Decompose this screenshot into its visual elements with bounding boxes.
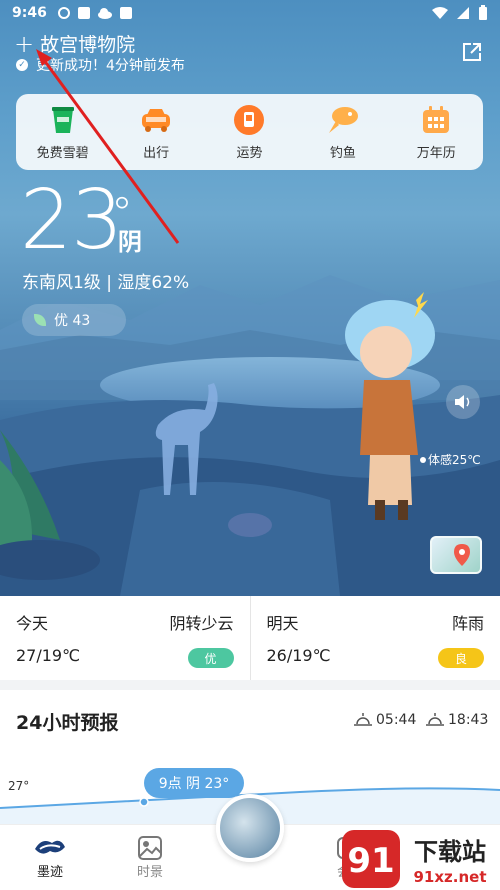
weather-orb-button[interactable] [216, 794, 284, 862]
moji-logo-icon [35, 840, 65, 854]
fortune-icon [232, 103, 266, 137]
tool-fortune[interactable]: 运势 [209, 103, 289, 161]
clock: 9:46 [12, 5, 47, 21]
feels-like-dot [420, 457, 426, 463]
nav-moji[interactable]: 墨迹 [20, 835, 80, 880]
sunset: 18:43 [426, 712, 488, 728]
wifi-icon [432, 7, 448, 19]
day-tomorrow[interactable]: 明天 阵雨 26/19℃ 良 [249, 596, 500, 680]
sunrise-icon [354, 713, 372, 726]
photo-icon [138, 836, 162, 860]
map-pin-icon [454, 544, 470, 566]
leaf-icon [34, 314, 46, 326]
aqi-badge[interactable]: 优 43 [22, 304, 126, 336]
sunset-icon [426, 713, 444, 726]
max-temp-label: 27° [8, 779, 30, 793]
current-temperature: 23 [20, 173, 123, 268]
location-name[interactable]: 故宫博物院 [40, 30, 135, 57]
aqi-value: 优 43 [54, 313, 91, 329]
update-text: 更新成功！4分钟前发布 [36, 58, 185, 74]
weather-hero: 9:46 + 故宫博物院 ✓ 更新成功！4分钟前发布 免费雪碧 出行 运势 钓鱼… [0, 0, 500, 596]
app-icon [77, 7, 90, 19]
check-icon: ✓ [16, 59, 28, 71]
add-city-icon[interactable]: + [14, 32, 34, 56]
signal-icon [457, 7, 469, 19]
nav-scenery[interactable]: 时景 [120, 835, 180, 880]
tool-free-sprite[interactable]: 免费雪碧 [23, 103, 103, 161]
car-icon [139, 103, 173, 137]
sunrise: 05:44 [354, 712, 416, 728]
speaker-icon [455, 395, 470, 409]
svg-text:下载站: 下载站 [414, 838, 486, 866]
update-status: ✓ 更新成功！4分钟前发布 [16, 55, 185, 75]
location-selector[interactable]: + 故宫博物院 [14, 30, 135, 57]
tool-calendar[interactable]: 万年历 [396, 103, 476, 161]
svg-text:91: 91 [347, 841, 394, 881]
daily-summary: 今天 阴转少云 27/19℃ 优 明天 阵雨 26/19℃ 良 [0, 596, 500, 680]
tool-fishing[interactable]: 钓鱼 [303, 103, 383, 161]
battery-icon [479, 5, 487, 20]
tool-travel[interactable]: 出行 [116, 103, 196, 161]
share-icon[interactable] [460, 40, 484, 64]
wind-humidity: 东南风1级 | 湿度62% [22, 273, 190, 293]
map-button[interactable] [430, 536, 482, 574]
forecast-title: 24小时预报 [16, 712, 119, 734]
quick-tools: 免费雪碧 出行 运势 钓鱼 万年历 [16, 94, 483, 170]
svg-text:91xz.net: 91xz.net [413, 868, 486, 886]
square-icon [119, 7, 132, 19]
current-hour-bubble: 9点 阴 23° [144, 768, 244, 798]
feels-like: 体感25℃ [428, 453, 481, 467]
day-today[interactable]: 今天 阴转少云 27/19℃ 优 [0, 596, 250, 680]
cloud-icon [97, 8, 112, 19]
site-watermark: 91 下载站 91xz.net [342, 830, 487, 888]
current-condition: 阴 [118, 228, 142, 256]
status-bar: 9:46 [0, 0, 500, 26]
calendar-icon [419, 103, 453, 137]
aqi-badge-tomorrow: 良 [438, 648, 484, 668]
notification-icon [57, 7, 70, 19]
voice-broadcast-button[interactable] [446, 385, 480, 419]
fish-icon [326, 103, 360, 137]
cup-icon [46, 103, 80, 137]
landscape-scene [0, 275, 500, 596]
aqi-badge-today: 优 [187, 648, 234, 668]
